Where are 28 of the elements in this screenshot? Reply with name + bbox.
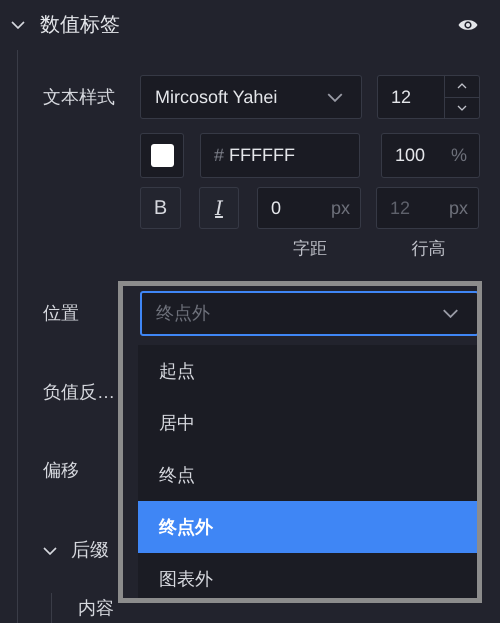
color-swatch — [150, 144, 174, 167]
hex-input[interactable]: # FFFFFF — [200, 133, 360, 178]
caption: 行高 — [412, 238, 446, 260]
chevron-down-icon[interactable] — [11, 21, 25, 29]
italic-button[interactable]: I — [199, 187, 239, 229]
dropdown-option[interactable]: 居中 — [138, 397, 478, 449]
dropdown-option[interactable]: 终点 — [138, 449, 478, 501]
caption: 字距 — [293, 238, 327, 260]
letter-spacing-input[interactable]: 0 px — [257, 187, 361, 229]
subsection-title: 后缀 — [71, 538, 109, 563]
color-picker[interactable] — [140, 133, 184, 178]
dropdown-option[interactable]: 终点外 — [138, 501, 478, 553]
section-title: 数值标签 — [40, 13, 120, 38]
field-label: 内容 — [78, 597, 114, 619]
font-select[interactable]: Mircosoft Yahei — [140, 75, 362, 119]
field-label: 文本样式 — [43, 86, 115, 106]
dropdown-caret-icon[interactable] — [442, 309, 459, 318]
dropdown-option[interactable]: 起点 — [138, 345, 478, 397]
chevron-down-icon[interactable] — [43, 547, 57, 555]
dropdown-option[interactable]: 图表外 — [138, 553, 478, 599]
opacity-input[interactable]: 100 % — [381, 133, 480, 178]
font-size-spinner[interactable]: 12 — [377, 75, 480, 119]
field-label: 偏移 — [43, 460, 79, 480]
field-label: 负值反… — [43, 382, 115, 402]
dropdown-caret-icon[interactable] — [327, 92, 343, 102]
field-label: 位置 — [43, 303, 79, 323]
eye-icon[interactable] — [458, 18, 478, 32]
bold-button[interactable]: B — [140, 187, 181, 229]
